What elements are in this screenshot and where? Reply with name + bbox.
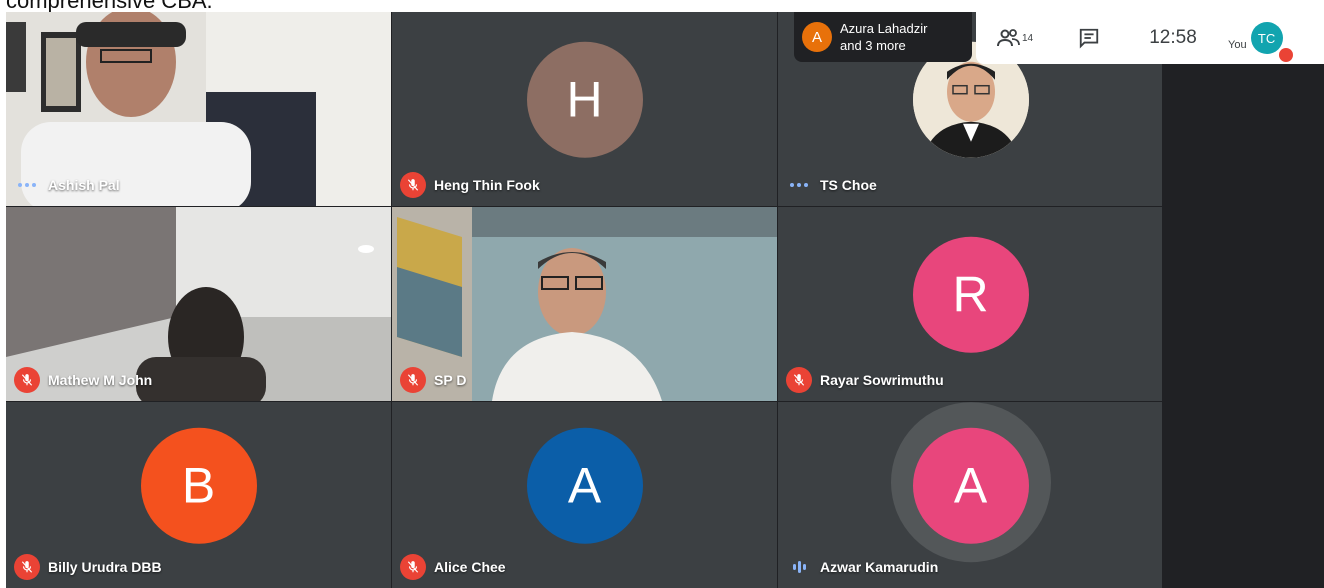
meeting-grid: Ashish Pal H Heng Thin Fook TS Choe Math… [6,12,1324,588]
nameplate: Alice Chee [400,554,506,580]
notification-avatar: A [802,22,832,52]
participant-tile-azwar-kamarudin[interactable]: A Azwar Kamarudin [778,402,1163,588]
speaking-indicator-icon [786,172,812,198]
nameplate: Rayar Sowrimuthu [786,367,944,393]
participant-name: TS Choe [820,177,877,193]
mic-off-icon [400,554,426,580]
speaking-indicator-icon [14,172,40,198]
self-view[interactable]: You TC [1222,12,1312,64]
avatar: A [912,427,1029,544]
nameplate: Ashish Pal [14,172,120,198]
participant-name: Azwar Kamarudin [820,559,939,575]
user-avatar: TC [1250,22,1293,62]
participant-name: Alice Chee [434,559,506,575]
participant-tile-billy-urudra-dbb[interactable]: B Billy Urudra DBB [6,402,391,588]
nameplate: SP D [400,367,466,393]
side-panel [1162,12,1324,588]
participant-tile-alice-chee[interactable]: A Alice Chee [392,402,777,588]
participants-button[interactable]: 14 [976,12,1054,64]
meeting-time: 12:58 [1149,27,1197,48]
mic-off-icon [1278,48,1293,62]
mic-off-icon [14,367,40,393]
avatar: R [912,236,1029,353]
top-bar: 14 12:58 You TC [976,12,1324,64]
avatar: A [526,427,643,544]
nameplate: Azwar Kamarudin [786,554,938,580]
people-icon [996,29,1020,47]
chat-button[interactable] [1054,12,1124,64]
nameplate: Billy Urudra DBB [14,554,162,580]
join-notification[interactable]: A Azura Lahadzir and 3 more [794,12,972,62]
nameplate: TS Choe [786,172,877,198]
avatar: B [140,427,257,544]
participant-tile-rayar-sowrimuthu[interactable]: R Rayar Sowrimuthu [778,207,1163,401]
participant-name: Mathew M John [48,372,153,388]
mic-off-icon [786,367,812,393]
participant-name: Rayar Sowrimuthu [820,372,944,388]
participant-tile-heng-thin-fook[interactable]: H Heng Thin Fook [392,12,777,206]
mic-off-icon [400,367,426,393]
notification-text: Azura Lahadzir and 3 more [840,20,927,54]
clock: 12:58 [1124,12,1222,64]
nameplate: Mathew M John [14,367,152,393]
audio-level-icon [786,554,812,580]
participant-tile-sp-d[interactable]: SP D [392,207,777,401]
chat-icon [1079,28,1099,49]
participants-count: 14 [1021,32,1034,44]
avatar: H [526,41,643,158]
user-initials: TC [1257,30,1276,46]
participant-name: Heng Thin Fook [434,177,540,193]
participant-tile-mathew-m-john[interactable]: Mathew M John [6,207,391,401]
mic-off-icon [14,554,40,580]
nameplate: Heng Thin Fook [400,172,540,198]
notification-line1: Azura Lahadzir [840,21,928,36]
you-label: You [1228,39,1247,51]
participant-tile-ashish-pal[interactable]: Ashish Pal [6,12,391,206]
participant-name: Billy Urudra DBB [48,559,162,575]
mic-off-icon [400,172,426,198]
participant-name: SP D [434,372,467,388]
participant-name: Ashish Pal [48,177,120,193]
notification-line2: and 3 more [840,38,906,53]
